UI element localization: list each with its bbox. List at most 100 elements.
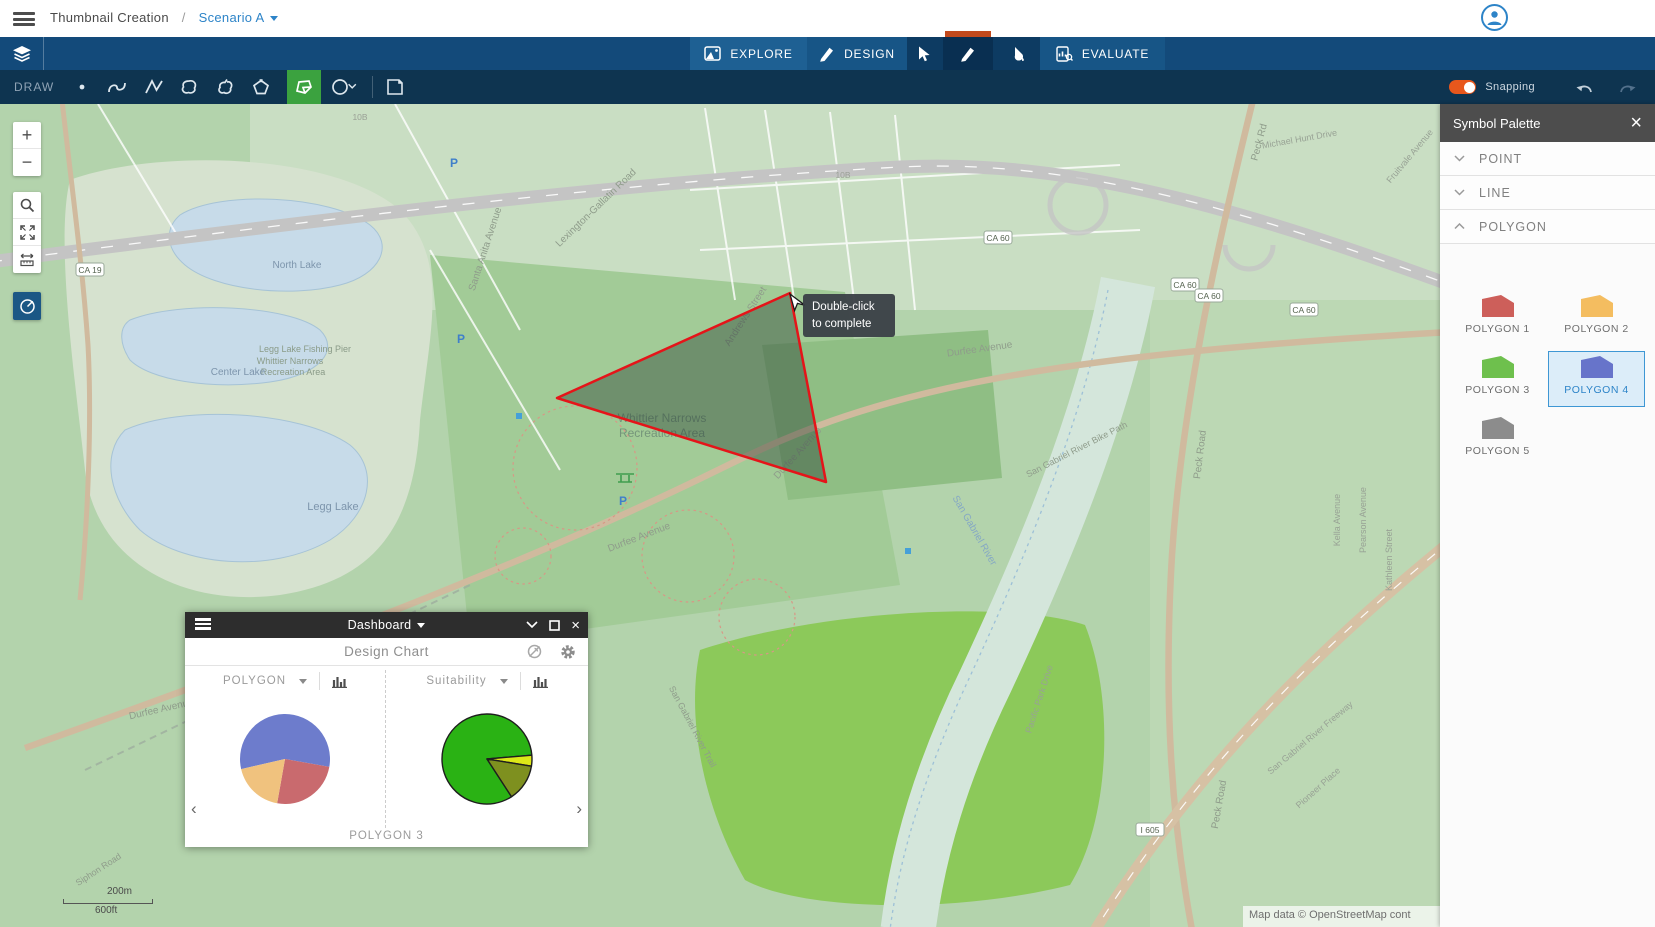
breadcrumb-separator: / — [182, 10, 186, 25]
dashboard-body: POLYGON Suitability — [185, 666, 588, 847]
user-avatar[interactable] — [1481, 4, 1508, 31]
zoom-out-button[interactable]: − — [13, 149, 41, 176]
polygon-swatch — [1482, 417, 1514, 439]
close-icon[interactable]: × — [1630, 113, 1642, 133]
visibility-off-icon[interactable] — [526, 644, 543, 659]
scale-line — [63, 899, 153, 904]
pencil-icon — [960, 46, 976, 62]
draw-freehand-line-tool[interactable] — [172, 70, 206, 104]
parking-marker: P — [619, 494, 627, 508]
symbol-label: POLYGON 2 — [1564, 323, 1628, 335]
scale-feet: 600ft — [95, 905, 153, 916]
fill-tool-button[interactable] — [993, 37, 1040, 70]
breadcrumb-root: Thumbnail Creation — [50, 10, 169, 25]
top-bar: Thumbnail Creation / Scenario A — [0, 0, 1655, 37]
chart-field-dropdown[interactable]: POLYGON — [223, 675, 286, 687]
measure-button[interactable] — [13, 246, 41, 273]
carousel-prev-button[interactable]: ‹ — [191, 799, 197, 819]
map-label: 10B — [835, 170, 850, 180]
search-button[interactable] — [13, 192, 41, 219]
snapping-label: Snapping — [1485, 81, 1535, 93]
pie-chart-polygon[interactable] — [235, 709, 335, 809]
bar-chart-icon[interactable] — [533, 675, 548, 688]
chevron-down-icon[interactable] — [500, 679, 508, 684]
undo-icon[interactable] — [1575, 80, 1595, 94]
gear-icon[interactable] — [560, 644, 576, 660]
layers-icon — [12, 45, 32, 63]
app-window: Whittier NarrowsRecreation AreaLegg Lake… — [0, 0, 1655, 927]
divider — [319, 672, 320, 690]
chart-field-dropdown[interactable]: Suitability — [426, 675, 486, 687]
scale-meters: 200m — [107, 886, 153, 897]
section-line[interactable]: LINE — [1440, 176, 1655, 210]
breadcrumb: Thumbnail Creation / Scenario A — [50, 10, 278, 25]
bar-chart-icon[interactable] — [332, 675, 347, 688]
tab-design[interactable]: DESIGN — [807, 37, 907, 70]
polygon-swatch — [1581, 295, 1613, 317]
toolbar-separator — [372, 76, 373, 98]
select-tool-button[interactable] — [907, 37, 943, 70]
palette-title: Symbol Palette — [1453, 116, 1630, 131]
maximize-button[interactable] — [549, 620, 560, 631]
map-label: Kathleen Street — [1384, 528, 1394, 591]
chevron-down-icon[interactable] — [299, 679, 307, 684]
extent-button[interactable] — [13, 219, 41, 246]
symbol-palette-panel: Symbol Palette × POINT LINE POLYGON POLY… — [1440, 104, 1655, 927]
close-icon[interactable]: × — [571, 617, 580, 634]
draw-template-tool[interactable] — [378, 70, 412, 104]
expand-arrows-icon — [20, 225, 35, 240]
layers-button[interactable] — [0, 37, 44, 70]
draw-tool-button-active[interactable] — [943, 37, 993, 70]
symbol-polygon-3[interactable]: POLYGON 3 — [1449, 351, 1546, 407]
draw-curve-tool[interactable] — [100, 70, 134, 104]
route-shield-label: CA 19 — [78, 265, 101, 275]
toggle-knob — [1464, 82, 1475, 93]
redo-icon[interactable] — [1617, 80, 1637, 94]
parking-marker: P — [457, 332, 465, 346]
section-point-label: POINT — [1479, 152, 1522, 166]
carousel-next-button[interactable]: › — [576, 799, 582, 819]
pie-chart-suitability[interactable] — [437, 709, 537, 809]
person-icon — [1486, 9, 1503, 26]
map-marker — [516, 413, 522, 419]
map-label: North Lake — [273, 260, 322, 271]
map-label: Whittier Narrows — [257, 356, 324, 366]
chart-card-suitability: Suitability — [386, 666, 588, 696]
gauge-icon — [19, 298, 36, 315]
chevron-down-icon — [1454, 189, 1465, 196]
symbol-label: POLYGON 5 — [1465, 445, 1529, 457]
evaluate-report-icon — [1056, 46, 1073, 62]
app-menu-icon[interactable] — [13, 12, 35, 26]
symbol-polygon-5[interactable]: POLYGON 5 — [1449, 412, 1546, 468]
draw-polygon-outline-tool[interactable] — [244, 70, 278, 104]
symbol-polygon-1[interactable]: POLYGON 1 — [1449, 290, 1546, 346]
snapping-toggle[interactable] — [1449, 80, 1476, 94]
map-label: 10B — [352, 112, 367, 122]
map-marker — [905, 548, 911, 554]
collapse-button[interactable] — [526, 621, 538, 629]
dashboard-subheader: Design Chart — [185, 638, 588, 666]
draw-toolbar: DRAW — [0, 70, 1655, 104]
section-point[interactable]: POINT — [1440, 142, 1655, 176]
draw-polyline-tool[interactable] — [137, 70, 171, 104]
map-tool-controls — [13, 192, 41, 273]
chevron-down-icon — [417, 623, 425, 628]
tab-explore[interactable]: EXPLORE — [690, 37, 807, 70]
symbol-polygon-2[interactable]: POLYGON 2 — [1548, 290, 1645, 346]
section-polygon[interactable]: POLYGON — [1440, 210, 1655, 244]
tab-evaluate[interactable]: EVALUATE — [1040, 37, 1165, 70]
draw-point-tool[interactable] — [65, 70, 99, 104]
main-nav-bar: EXPLORE DESIGN — [0, 37, 1655, 70]
dashboard-gauge-button[interactable] — [13, 292, 41, 320]
symbol-polygon-4-selected[interactable]: POLYGON 4 — [1548, 351, 1645, 407]
zoom-in-button[interactable]: + — [13, 122, 41, 149]
draw-circle-tool[interactable] — [323, 70, 367, 104]
draw-freehand-polygon-tool[interactable] — [208, 70, 242, 104]
dashboard-titlebar[interactable]: Dashboard × — [185, 612, 588, 638]
map-label: Legg Lake — [307, 501, 358, 513]
dashboard-menu-icon[interactable] — [195, 618, 211, 632]
scenario-dropdown[interactable]: Scenario A — [199, 10, 278, 25]
draw-toolbar-label: DRAW — [14, 80, 54, 94]
chart-card-polygon: POLYGON — [185, 666, 385, 696]
draw-polygon-tool-active[interactable] — [287, 70, 321, 104]
